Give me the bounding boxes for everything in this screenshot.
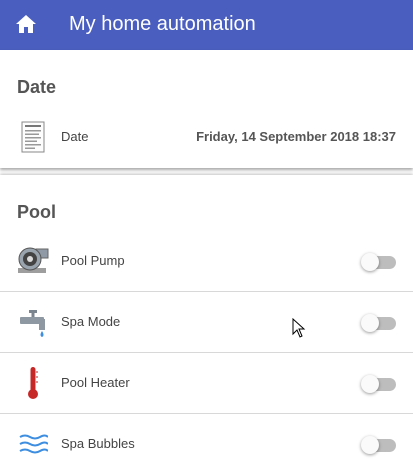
toggle-knob [361, 436, 379, 454]
spa-mode-label: Spa Mode [61, 314, 121, 329]
spa-mode-row: Spa Mode [0, 292, 413, 353]
pool-pump-label: Pool Pump [61, 253, 125, 268]
pool-heater-row: Pool Heater [0, 353, 413, 414]
app-header: My home automation [0, 0, 413, 50]
home-icon [16, 15, 36, 33]
pool-card: Pool Pool Pump Spa Mode Pool Heater Spa … [0, 175, 413, 475]
pool-pump-toggle[interactable] [361, 253, 396, 271]
pool-pump-row: Pool Pump [0, 231, 413, 292]
pool-card-title: Pool [17, 202, 56, 222]
date-card: Date Date Friday, 14 September 2018 18:3… [0, 50, 413, 168]
spa-mode-toggle[interactable] [361, 314, 396, 332]
spa-bubbles-toggle[interactable] [361, 436, 396, 454]
toggle-knob [361, 253, 379, 271]
toggle-knob [361, 314, 379, 332]
pool-heater-label: Pool Heater [61, 375, 130, 390]
home-button[interactable] [11, 10, 41, 38]
toggle-knob [361, 375, 379, 393]
pump-icon [15, 243, 51, 279]
date-row: Date Friday, 14 September 2018 18:37 [0, 107, 413, 167]
faucet-icon [15, 304, 51, 340]
water-waves-icon [15, 426, 51, 462]
date-value: Friday, 14 September 2018 18:37 [196, 129, 396, 144]
thermometer-icon [15, 365, 51, 401]
spa-bubbles-row: Spa Bubbles [0, 414, 413, 474]
app-title: My home automation [69, 13, 256, 35]
spa-bubbles-label: Spa Bubbles [61, 436, 135, 451]
date-card-title: Date [17, 77, 57, 97]
date-label: Date [61, 129, 89, 144]
pool-heater-toggle[interactable] [361, 375, 396, 393]
document-icon [15, 119, 51, 155]
